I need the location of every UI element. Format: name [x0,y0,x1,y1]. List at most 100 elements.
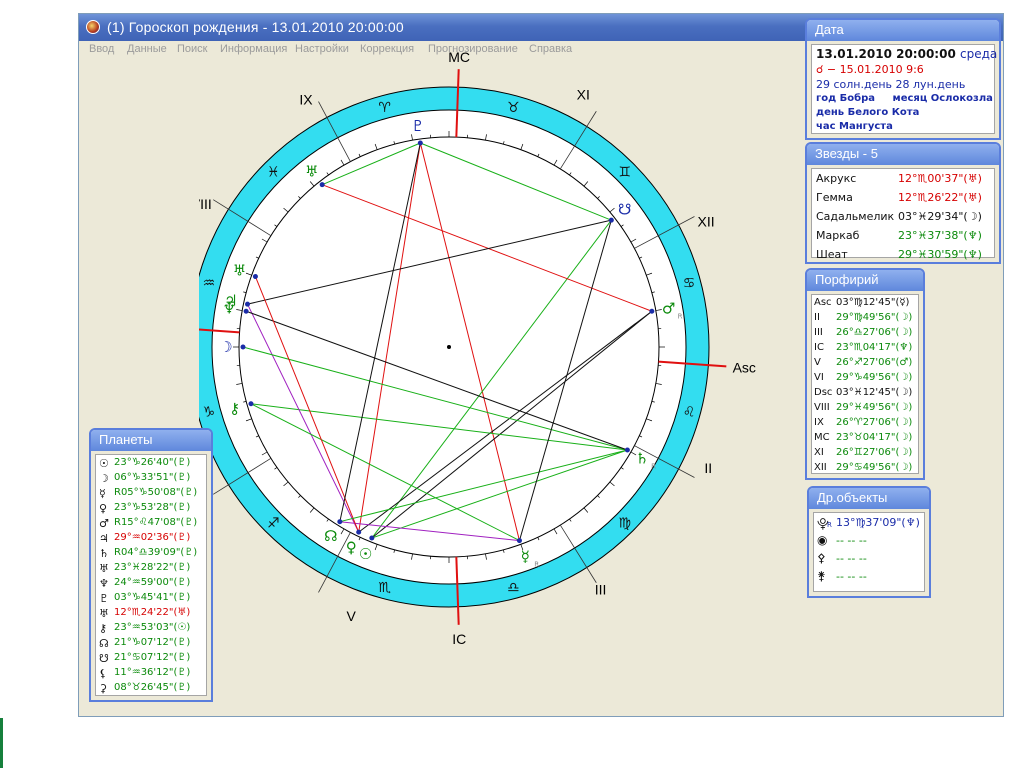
planet-point [243,308,249,314]
star-position: 12°♏00'37"(♅) [898,172,982,185]
house-name: VIII [814,402,830,413]
date-panel-body: 13.01.2010 20:00:00 среда ☌ − 15.01.2010… [811,44,998,134]
zodiac-sign: ♌ [683,404,696,420]
planet-position: 21°♑07'12"(♇) [114,637,191,648]
planet-retro-mark: R [534,561,539,569]
planet-position: 12°♏24'22"(♅) [114,607,191,618]
planet-glyph: ♅ [305,162,318,180]
houses-panel-body: Asc 03°♍12'45"(☿) II 29°♍49'56"(☽) III 26°♎27… [811,294,919,474]
menu-item-data[interactable]: Данные [127,43,167,55]
date-panel: Дата 13.01.2010 20:00:00 среда ☌ − 15.01… [805,18,1001,140]
house-label: V [347,608,357,624]
star-position: 29°♓30'59"(♆) [898,248,982,261]
star-position: 12°♏26'22"(♅) [898,191,982,204]
house-label: XII [697,214,714,230]
planet-position: 23°♒53'03"(☉) [114,622,191,633]
zodiac-sign: ♓ [267,164,280,180]
object-position: -- -- -- [836,570,867,583]
planet-symbol: ♇ [99,592,109,605]
menu-item-input[interactable]: Ввод [89,43,114,55]
planet-point [608,217,614,223]
planet-symbol: ♄ [99,547,109,560]
object-position: 13°♍37'09"(♆) [836,516,920,529]
house-name: XII [814,462,827,473]
planet-point [319,182,325,188]
house-cusp: 29°♍49'56"(☽) [836,312,913,323]
other-objects-body: ⯓ R 13°♍37'09"(♆) ◉ -- -- -- ⚴ -- -- -- ⚵ -- -- … [813,512,925,592]
planet-position: 03°♑45'41"(♇) [114,592,191,603]
current-datetime: 13.01.2010 20:00:00 [816,47,956,61]
background-window-edge [0,718,3,768]
object-position: -- -- -- [836,534,867,547]
house-cusp: 26°♈27'06"(☽) [836,417,913,428]
house-cusp: 26°♐27'06"(♂) [836,357,913,368]
zodiac-sign: ♏ [378,580,391,596]
house-cusp: 03°♓12'45"(☽) [836,387,913,398]
horoscope-window: (1) Гороскоп рождения - 13.01.2010 20:00… [78,13,1004,717]
planets-panel-title: Планеты [91,430,211,451]
app-icon[interactable] [86,20,100,34]
house-cusp: 23°♏04'17"(♆) [836,342,913,353]
house-name: III [814,327,823,338]
zodiac-sign: ♋ [683,276,696,292]
house-name: V [814,357,821,368]
house-name: II [814,312,820,323]
chart-center [447,345,451,349]
window-title: (1) Гороскоп рождения - 13.01.2010 20:00… [107,19,404,35]
planet-symbol: ♂ [99,517,109,530]
weekday: среда [959,47,998,61]
planet-point [649,308,655,314]
house-cusp: 29°♓49'56"(☽) [836,402,913,413]
object-symbol: ◉ [817,533,828,547]
planet-symbol: ☋ [99,652,109,665]
house-cusp: 23°♉04'17"(☽) [836,432,913,443]
planets-panel: Планеты ☉ 23°♑26'40"(♇) ☽ 06°♑33'51"(♇) ☿ R05… [89,428,213,702]
zodiac-sign: ♍ [618,516,631,532]
planet-point [369,535,375,541]
planet-glyph: ♇ [411,117,424,135]
planet-position: R04°♎39'09"(♇) [114,547,198,558]
planet-point [337,519,343,525]
star-name: Гемма [816,191,853,204]
planet-position: 23°♑26'40"(♇) [114,457,191,468]
planet-symbol: ☽ [99,472,109,485]
object-position: -- -- -- [836,552,867,565]
planet-position: 23°♑53'28"(♇) [114,502,191,513]
planet-position: 23°♓28'22"(♇) [114,562,191,573]
star-name: Шеат [816,248,848,261]
star-position: 03°♓29'34"(☽) [898,210,982,223]
planet-symbol: ♅ [99,607,109,620]
planet-symbol: ♆ [99,577,109,590]
zodiac-sign: ♒ [203,276,216,292]
zodiac-sign: ♊ [618,164,631,180]
planet-point [516,538,522,544]
ic-axis-label: IC [452,631,466,647]
planet-symbol: ⚷ [99,622,108,635]
planet-position: 29°♒02'36"(♇) [114,532,191,543]
planet-glyph: ♀ [346,538,357,556]
planet-position: 11°♒36'12"(♇) [114,667,191,678]
star-name: Маркаб [816,229,860,242]
house-name: IX [814,417,824,428]
stars-panel: Звезды - 5 Акрукс 12°♏00'37"(♅) Гемма 12°♏2… [805,142,1001,264]
planet-symbol: ⚳ [99,682,108,695]
house-name: Dsc [814,387,833,398]
house-cusp: 29°♋49'56"(☽) [836,462,913,473]
day-count: 29 солн.день 28 лун.день [816,78,966,91]
planet-point [417,140,423,146]
conjunction-date: − 15.01.2010 9:6 [823,63,924,76]
planet-position: 08°♉26'45"(♇) [114,682,191,693]
house-cusp: 26°♎27'06"(☽) [836,327,913,338]
zodiac-sign: ♑ [203,404,216,420]
house-label: XI [577,86,590,102]
house-name: XI [814,447,824,458]
planet-symbol: ♃ [99,532,109,545]
other-objects-title: Др.объекты [809,488,929,509]
planet-glyph: ♄ [635,450,648,468]
house-cusp: 03°♍12'45"(☿) [836,297,910,308]
planet-retro-mark: R [651,463,656,471]
planet-position: 21°♋07'12"(♇) [114,652,191,663]
house-name: VI [814,372,824,383]
planet-glyph: ☽ [219,338,232,356]
planet-point [624,447,630,453]
